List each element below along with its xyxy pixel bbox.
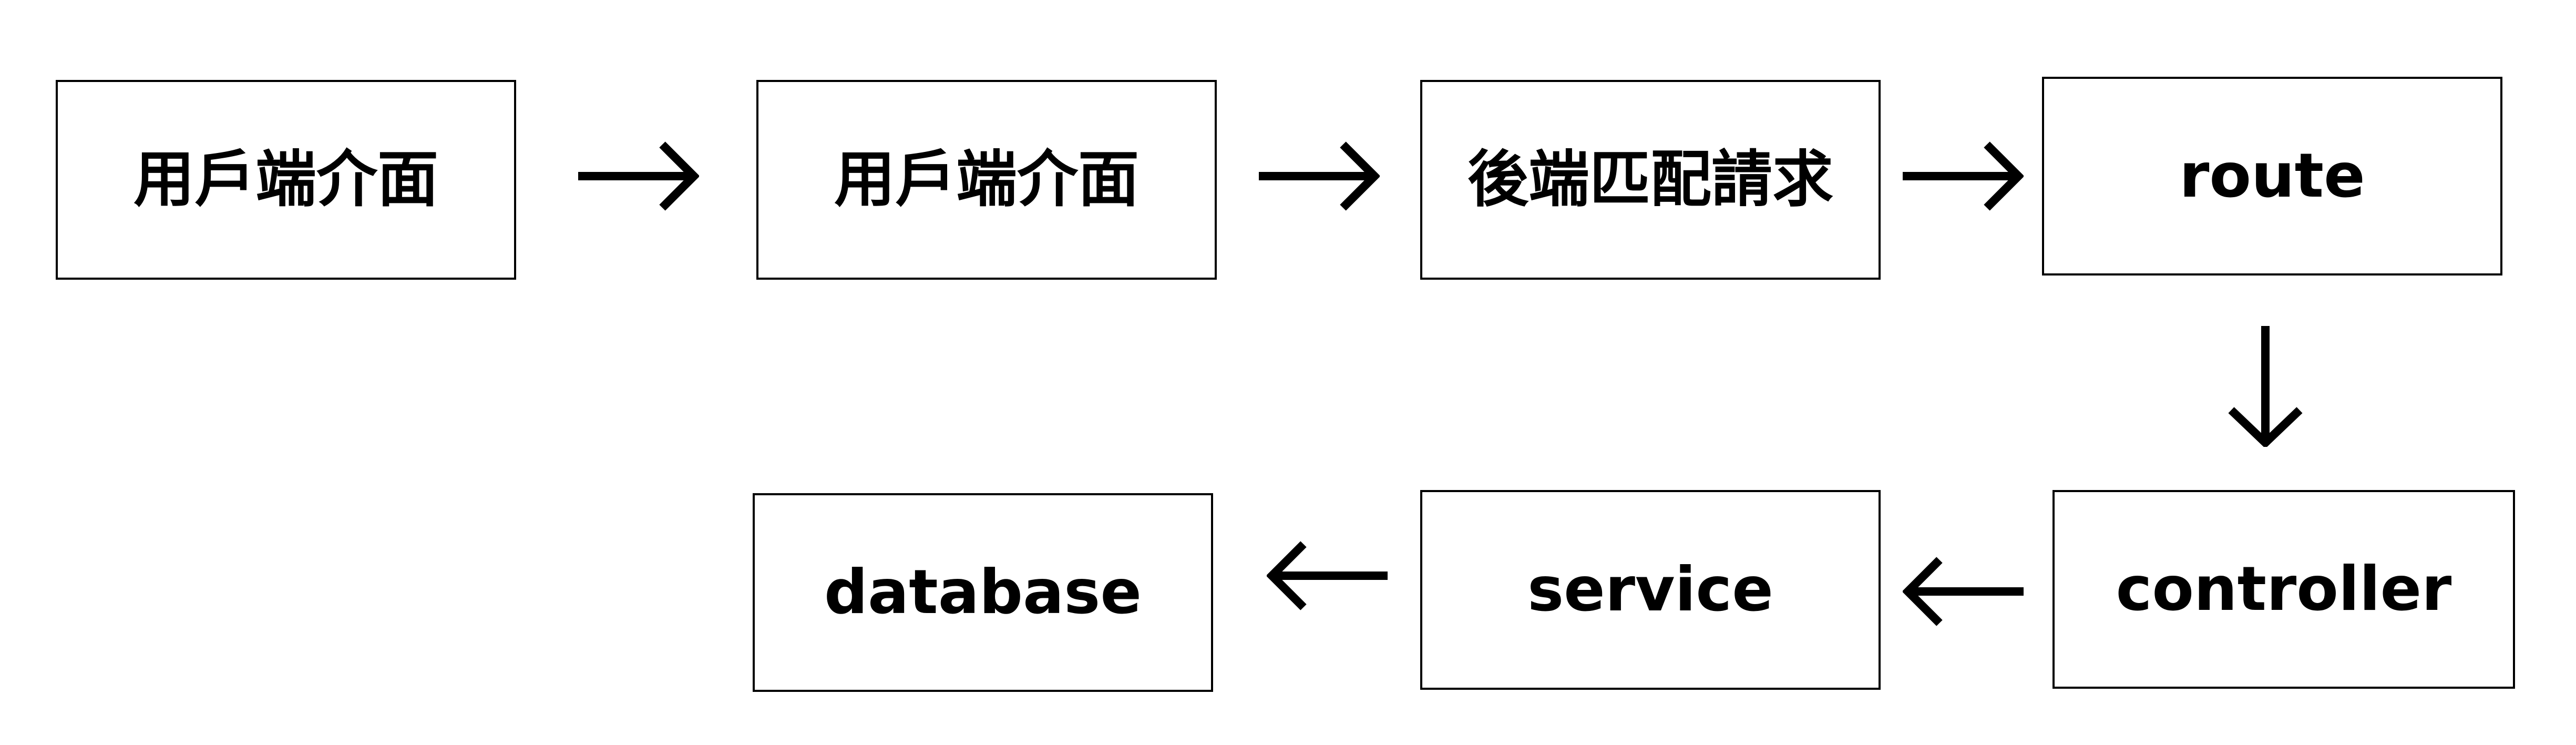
- arrow-left-icon: [1267, 536, 1388, 615]
- arrow-down-icon: [2223, 326, 2307, 447]
- arrow-left-icon: [1903, 552, 2024, 631]
- arrow-right-icon: [578, 137, 699, 216]
- node-backend-match-request: 後端匹配請求: [1420, 80, 1881, 280]
- node-label: route: [2179, 140, 2365, 211]
- node-client-interface-1: 用戶端介面: [56, 80, 516, 280]
- node-database: database: [753, 493, 1213, 692]
- arrow-right-icon: [1903, 137, 2024, 216]
- node-label: 用戶端介面: [134, 144, 438, 215]
- node-label: service: [1527, 554, 1773, 625]
- node-client-interface-2: 用戶端介面: [756, 80, 1217, 280]
- node-route: route: [2042, 77, 2502, 275]
- arrow-right-icon: [1259, 137, 1380, 216]
- node-service: service: [1420, 490, 1881, 690]
- node-label: 用戶端介面: [834, 144, 1139, 215]
- node-controller: controller: [2052, 490, 2515, 689]
- node-label: database: [824, 557, 1142, 628]
- flow-diagram: 用戶端介面 用戶端介面 後端匹配請求 route controller serv…: [0, 0, 2576, 745]
- node-label: 後端匹配請求: [1467, 144, 1833, 215]
- node-label: controller: [2116, 554, 2452, 625]
